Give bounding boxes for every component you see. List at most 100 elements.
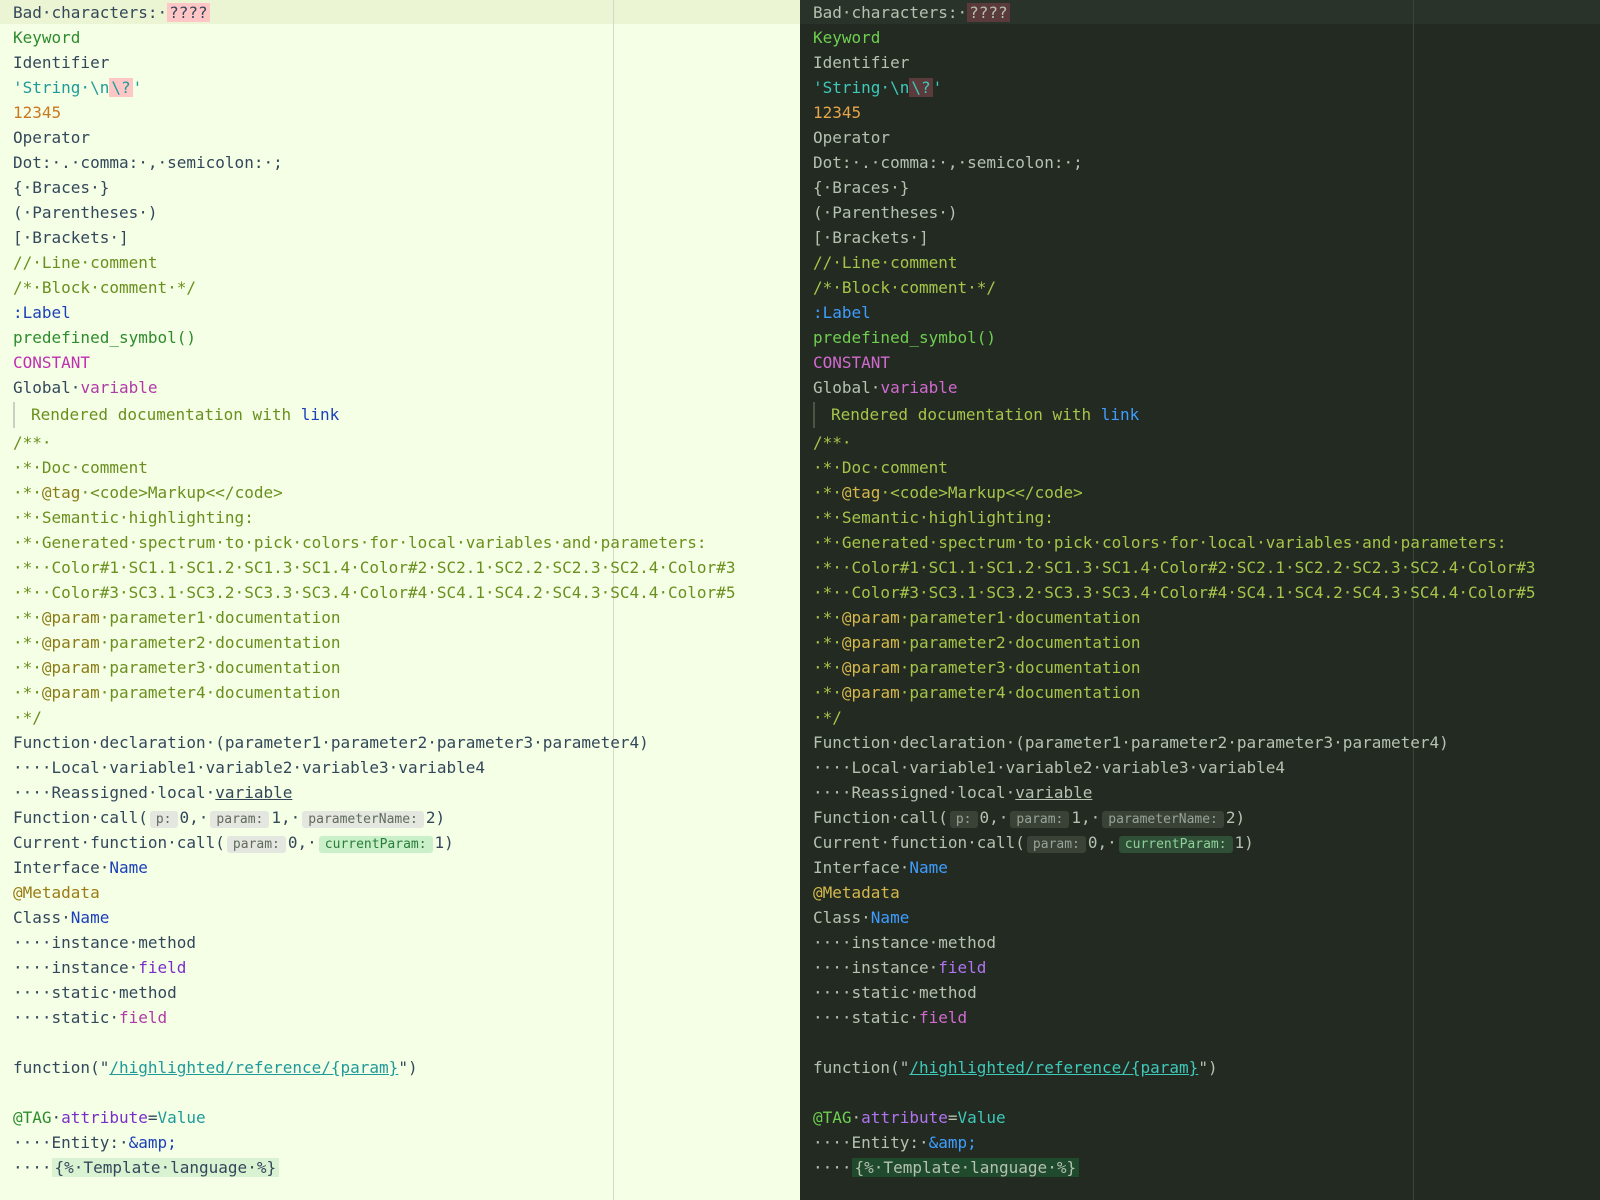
doc-param-tag: @param	[841, 683, 900, 702]
template-indent: ····	[13, 1158, 52, 1177]
line-static-method: ····static·method	[813, 983, 977, 1002]
line-static-field: ····static·field	[813, 1005, 1535, 1030]
line-tag: @TAG·attribute=Value	[13, 1105, 735, 1130]
template-indent: ····	[813, 1158, 852, 1177]
string-start: 'String·\n	[813, 78, 910, 97]
tag-name: @TAG	[813, 1108, 852, 1127]
reassigned-variable: variable	[215, 783, 293, 802]
string-end: '	[132, 78, 143, 97]
line-label: :Label	[813, 303, 871, 322]
string-bad-escape: \?	[909, 78, 933, 97]
line-doc-tag: ·*·@tag·<code>Markup<</code>	[13, 480, 735, 505]
line-tag: @TAG·attribute=Value	[813, 1105, 1535, 1130]
doc-param-text: ·parameter2·documentation	[99, 633, 341, 652]
global-variable: variable	[80, 378, 158, 397]
line-doc-param-3: ·*·@param·parameter3·documentation	[813, 655, 1535, 680]
line-doc-colors-1: ·*··Color#1·SC1.1·SC1.2·SC1.3·SC1.4·Colo…	[13, 558, 736, 577]
line-punctuation: Dot:·.·comma:·,·semicolon:·;	[813, 153, 1083, 172]
inlay-hint-param: param:	[226, 836, 286, 853]
attribute-equals: =	[947, 1108, 958, 1127]
attribute-value: Value	[957, 1108, 1006, 1127]
line-local-variables: ····Local·variable1·variable2·variable3·…	[813, 758, 1286, 777]
doc-param-text: ·parameter4·documentation	[99, 683, 341, 702]
line-instance-method: ····instance·method	[813, 933, 997, 952]
light-theme-preview[interactable]: Bad·characters:·???? Keyword Identifier …	[0, 0, 800, 1200]
line-line-comment: //·Line·comment	[813, 253, 958, 272]
rendered-doc-link[interactable]: link	[301, 405, 340, 424]
call-arg-0: 0,·	[179, 808, 209, 827]
line-doc-colors-2: ·*··Color#3·SC3.1·SC3.2·SC3.3·SC3.4·Colo…	[13, 583, 736, 602]
doc-param-text: ·parameter3·documentation	[99, 658, 341, 677]
line-brackets: [·Brackets·]	[813, 228, 929, 247]
current-call-arg-1: 1)	[434, 833, 454, 852]
line-interface: Interface·Name	[13, 855, 735, 880]
doc-param-text: ·parameter4·documentation	[899, 683, 1141, 702]
doc-param-tag: @param	[841, 608, 900, 627]
line-doc-semantic: ·*·Semantic·highlighting:	[13, 508, 254, 527]
line-instance-field: ····instance·field	[13, 955, 735, 980]
line-doc-comment: ·*·Doc·comment	[13, 458, 148, 477]
line-brackets: [·Brackets·]	[13, 228, 129, 247]
reassigned-prefix: ····Reassigned·local·	[813, 783, 1016, 802]
instance-field: field	[938, 958, 987, 977]
doc-param-prefix: ·*·	[13, 608, 42, 627]
rendered-doc-text: Rendered documentation with	[31, 405, 301, 424]
line-label: :Label	[13, 303, 71, 322]
line-doc-param-4: ·*·@param·parameter4·documentation	[813, 680, 1535, 705]
highlighted-reference[interactable]: /highlighted/reference/{param}	[909, 1058, 1198, 1077]
line-global-variable: Global·variable	[13, 375, 735, 400]
line-rendered-doc: Rendered documentation with link	[13, 400, 735, 430]
rendered-doc-link[interactable]: link	[1101, 405, 1140, 424]
line-punctuation: Dot:·.·comma:·,·semicolon:·;	[13, 153, 283, 172]
instance-field: field	[138, 958, 187, 977]
entity-prefix: ····Entity:·	[13, 1133, 129, 1152]
static-field: field	[918, 1008, 968, 1027]
code-lines: Bad·characters:·???? Keyword Identifier …	[813, 0, 1535, 1180]
class-prefix: Class·	[813, 908, 871, 927]
doc-param-text: ·parameter3·documentation	[899, 658, 1141, 677]
current-call-prefix: Current·function·call(	[13, 833, 225, 852]
line-braces: {·Braces·}	[813, 178, 910, 197]
dark-theme-preview[interactable]: Bad·characters:·???? Keyword Identifier …	[800, 0, 1600, 1200]
line-function-call: Function·call(p: 0,· param: 1,· parameterNam…	[13, 805, 735, 830]
call-arg-2: 2)	[425, 808, 446, 827]
line-doc-generated: ·*·Generated·spectrum·to·pick·colors·for…	[13, 533, 707, 552]
doc-param-prefix: ·*·	[13, 633, 42, 652]
doc-param-tag: @param	[41, 658, 100, 677]
line-template: ···· {%·Template·language·%}	[813, 1155, 1535, 1180]
line-function-string: function("/highlighted/reference/{param}…	[13, 1055, 735, 1080]
instance-field-prefix: ····instance·	[13, 958, 139, 977]
highlighted-reference[interactable]: /highlighted/reference/{param}	[109, 1058, 398, 1077]
attribute-equals: =	[147, 1108, 158, 1127]
function-string-suffix: ")	[398, 1058, 418, 1077]
entity-value: &amp;	[128, 1133, 177, 1152]
doc-param-tag: @param	[41, 683, 100, 702]
doc-tag-prefix: ·*·	[13, 483, 42, 502]
static-field-prefix: ····static·	[13, 1008, 119, 1027]
line-doc-param-4: ·*·@param·parameter4·documentation	[13, 680, 735, 705]
line-class: Class·Name	[13, 905, 735, 930]
line-instance-method: ····instance·method	[13, 933, 197, 952]
line-interface: Interface·Name	[813, 855, 1535, 880]
line-doc-semantic: ·*·Semantic·highlighting:	[813, 508, 1054, 527]
line-reassigned-local: ····Reassigned·local·variable	[13, 780, 735, 805]
rendered-doc-text: Rendered documentation with	[831, 405, 1101, 424]
line-parentheses: (·Parentheses·)	[813, 203, 958, 222]
doc-param-prefix: ·*·	[813, 608, 842, 627]
call-arg-2: 2)	[1225, 808, 1246, 827]
line-static-field: ····static·field	[13, 1005, 735, 1030]
current-call-arg-1: 1)	[1234, 833, 1254, 852]
line-reassigned-local: ····Reassigned·local·variable	[813, 780, 1535, 805]
bad-characters-label: Bad·characters:·	[813, 3, 968, 22]
line-doc-close: ·*/	[813, 708, 842, 727]
call-prefix: Function·call(	[813, 808, 948, 827]
doc-param-prefix: ·*·	[13, 658, 42, 677]
static-field-prefix: ····static·	[813, 1008, 919, 1027]
line-bad-characters: Bad·characters:·????	[813, 0, 1535, 25]
function-string-prefix: function("	[13, 1058, 110, 1077]
line-function-declaration: Function·declaration·(parameter1·paramet…	[813, 733, 1449, 752]
line-doc-tag: ·*·@tag·<code>Markup<</code>	[813, 480, 1535, 505]
interface-name: Name	[909, 858, 948, 877]
line-doc-open: /**·	[13, 433, 52, 452]
interface-prefix: Interface·	[813, 858, 910, 877]
